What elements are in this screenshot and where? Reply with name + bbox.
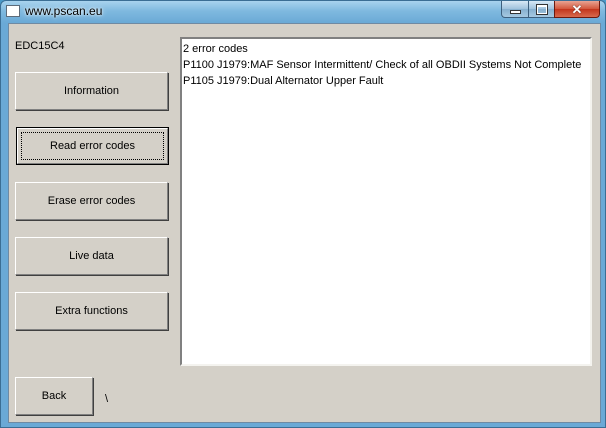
output-line: 2 error codes: [183, 43, 248, 55]
error-codes-output[interactable]: 2 error codes P1100 J1979:MAF Sensor Int…: [180, 37, 592, 366]
live-data-button[interactable]: Live data: [15, 237, 168, 275]
close-icon: ✕: [571, 1, 583, 17]
status-indicator: \: [105, 393, 109, 405]
close-button[interactable]: ✕: [554, 1, 600, 18]
app-window: www.pscan.eu ✕ EDC15C4 Information Read …: [0, 0, 606, 428]
output-line: P1105 J1979:Dual Alternator Upper Fault: [183, 75, 384, 87]
minimize-button[interactable]: [501, 1, 529, 18]
information-button[interactable]: Information: [15, 72, 168, 110]
minimize-icon: [509, 9, 521, 14]
back-button[interactable]: Back: [15, 377, 93, 415]
maximize-button[interactable]: [528, 1, 555, 18]
window-title: www.pscan.eu: [25, 4, 103, 18]
extra-functions-button[interactable]: Extra functions: [15, 292, 168, 330]
erase-error-codes-button[interactable]: Erase error codes: [15, 182, 168, 220]
read-error-codes-button[interactable]: Read error codes: [16, 127, 169, 165]
output-line: P1100 J1979:MAF Sensor Intermittent/ Che…: [183, 59, 582, 71]
client-area: EDC15C4 Information Read error codes Era…: [8, 23, 601, 423]
title-bar[interactable]: www.pscan.eu ✕: [1, 1, 605, 23]
ecu-name-label: EDC15C4: [15, 40, 65, 52]
app-window-icon: [6, 5, 20, 17]
maximize-icon: [535, 3, 548, 15]
